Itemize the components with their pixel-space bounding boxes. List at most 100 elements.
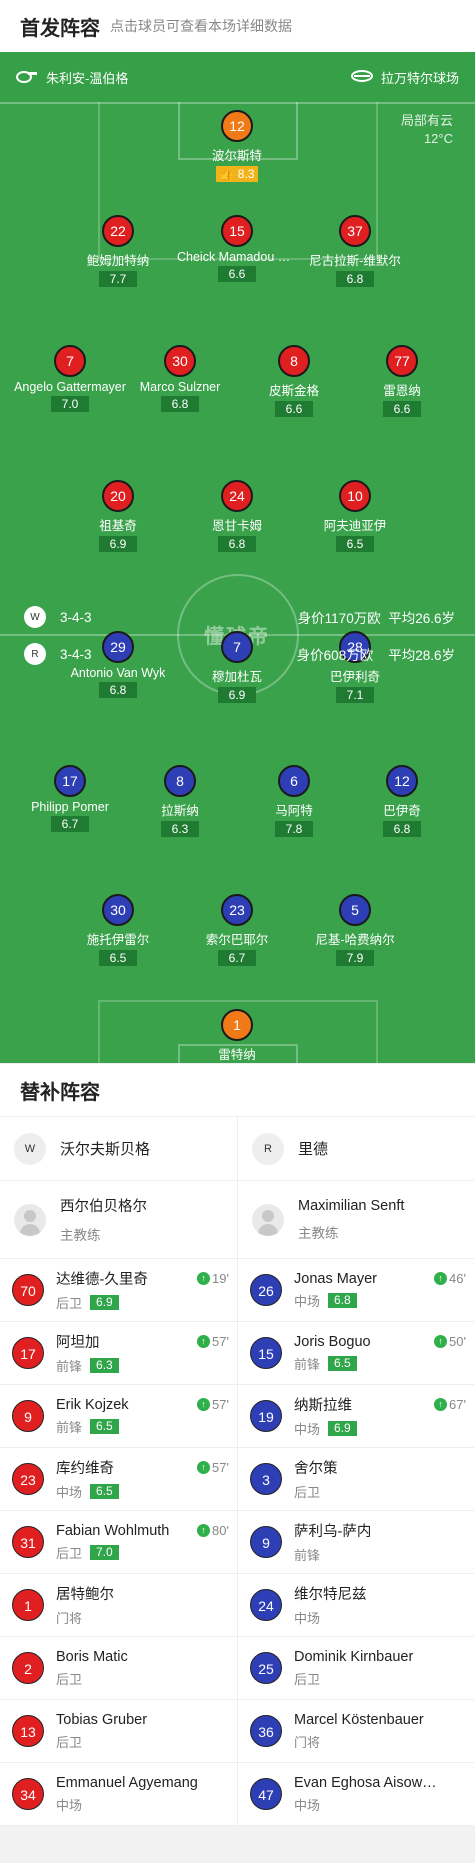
sub-player-name: Tobias Gruber	[56, 1711, 148, 1728]
section-title: 首发阵容	[20, 17, 100, 40]
sub-rating: 7.0	[90, 1544, 119, 1560]
sub-shirt-number: 25	[250, 1652, 282, 1684]
away-player[interactable]: 30 施托伊雷尔 6.5	[58, 894, 178, 967]
sub-on-indicator: ↑ 57'	[197, 1334, 229, 1349]
sub-player-row[interactable]: 26 Jonas Mayer 中场 6.8 ↑ 46'	[238, 1259, 474, 1322]
home-team-logo: W	[14, 1132, 46, 1165]
home-player[interactable]: 20 祖基奇 6.9	[58, 480, 178, 553]
sub-player-row[interactable]: 25 Dominik Kirnbauer 后卫	[238, 1637, 474, 1700]
sub-player-row[interactable]: 36 Marcel Köstenbauer 门将	[238, 1700, 474, 1763]
subs-title: 替补阵容	[20, 1081, 100, 1104]
player-rating: 6.5	[336, 536, 374, 552]
substitutes-section: 替补阵容 W 沃尔夫斯贝格 西尔伯贝格尔 主教练 70 达维德-久里奇 后卫 6.9 ↑…	[0, 1063, 475, 1826]
sub-player-row[interactable]: 2 Boris Matic 后卫	[0, 1637, 237, 1700]
player-rating: 👍 8.3	[216, 166, 258, 182]
stadium-name: 拉万特尔球场	[380, 70, 459, 86]
sub-player-row[interactable]: 15 Joris Boguo 前锋 6.5 ↑ 50'	[238, 1322, 474, 1385]
sub-player-row[interactable]: 9 萨利乌-萨内 前锋	[238, 1511, 474, 1574]
sub-player-name: 库约维奇	[56, 1461, 114, 1477]
sub-rating: 6.9	[90, 1295, 119, 1310]
home-player[interactable]: 30 Marco Sulzner 6.8	[120, 345, 240, 413]
sub-player-name: Emmanuel Agyemang	[56, 1774, 198, 1791]
player-rating: 7.9	[336, 950, 374, 966]
sub-shirt-number: 17	[12, 1337, 44, 1369]
player-name: 马阿特	[275, 804, 313, 818]
away-player[interactable]: 8 拉斯纳 6.3	[120, 765, 240, 838]
sub-shirt-number: 15	[250, 1337, 282, 1369]
sub-player-row[interactable]: 31 Fabian Wohlmuth 后卫 7.0 ↑ 80'	[0, 1511, 237, 1574]
player-rating: 6.6	[218, 266, 256, 282]
sub-position: 后卫	[56, 1545, 83, 1561]
home-coach-row: 西尔伯贝格尔 主教练	[0, 1181, 237, 1259]
home-player[interactable]: 24 恩甘卡姆 6.8	[177, 480, 297, 553]
sub-player-row[interactable]: 19 纳斯拉维 中场 6.9 ↑ 67'	[238, 1385, 474, 1448]
sub-on-indicator: ↑ 57'	[197, 1397, 229, 1412]
sub-position: 后卫	[56, 1296, 83, 1311]
sub-player-row[interactable]: 47 Evan Eghosa Aisowieren 中场	[238, 1763, 474, 1826]
away-subs-column: R 里德 Maximilian Senft 主教练 26 Jonas Mayer 中…	[237, 1117, 474, 1826]
sub-shirt-number: 2	[12, 1652, 44, 1684]
sub-shirt-number: 26	[250, 1274, 282, 1306]
player-name: 鲍姆加特纳	[86, 254, 150, 268]
home-player[interactable]: 15 Cheick Mamadou Diabate 6.6	[177, 215, 297, 283]
away-value: 身价608万欧	[296, 648, 374, 663]
away-player[interactable]: 17 Philipp Pomer 6.7	[10, 765, 130, 833]
sub-on-icon: ↑	[197, 1524, 211, 1537]
sub-shirt-number: 3	[250, 1463, 282, 1495]
home-player[interactable]: 12 波尔斯特 👍 8.3	[177, 110, 297, 183]
coach-avatar-icon	[14, 1203, 46, 1236]
shirt-number: 5	[339, 894, 371, 926]
away-player[interactable]: 5 尼基-哈费纳尔 7.9	[295, 894, 415, 967]
home-player[interactable]: 22 鲍姆加特纳 7.7	[58, 215, 178, 288]
sub-player-row[interactable]: 34 Emmanuel Agyemang 中场	[0, 1763, 237, 1826]
away-player[interactable]: 1雷特纳7.5	[177, 1009, 297, 1063]
home-player[interactable]: 37 尼古拉斯-维默尔 6.8	[295, 215, 415, 288]
coach-avatar-icon	[252, 1203, 284, 1236]
away-team-logo: R	[24, 643, 46, 665]
away-player[interactable]: 12 巴伊奇 6.8	[342, 765, 462, 838]
sub-player-row[interactable]: 13 Tobias Gruber 后卫	[0, 1700, 237, 1763]
sub-on-indicator: ↑ 67'	[434, 1397, 466, 1412]
away-team-line: R 3-4-3 身价608万欧 平均28.6岁	[0, 642, 475, 666]
sub-player-row[interactable]: 3 舍尔策 后卫	[238, 1448, 474, 1511]
sub-player-row[interactable]: 9 Erik Kojzek 前锋 6.5 ↑ 57'	[0, 1385, 237, 1448]
away-player[interactable]: 23 索尔巴耶尔 6.7	[177, 894, 297, 967]
sub-player-row[interactable]: 1 居特鲍尔 门将	[0, 1574, 237, 1637]
sub-player-name: 达维德-久里奇	[56, 1272, 148, 1288]
sub-player-row[interactable]: 17 阿坦加 前锋 6.3 ↑ 57'	[0, 1322, 237, 1385]
home-player[interactable]: 7 Angelo Gattermayer 7.0	[10, 345, 130, 413]
home-team-row[interactable]: W 沃尔夫斯贝格	[0, 1117, 237, 1181]
sub-position: 后卫	[56, 1734, 83, 1750]
section-hint: 点击球员可查看本场详细数据	[110, 18, 292, 34]
home-team-name: 沃尔夫斯贝格	[60, 1141, 151, 1158]
footer-space	[0, 1826, 475, 1863]
home-subs-column: W 沃尔夫斯贝格 西尔伯贝格尔 主教练 70 达维德-久里奇 后卫 6.9 ↑ 19' 17…	[0, 1117, 237, 1826]
stadium-info: 拉万特尔球场	[350, 68, 459, 87]
sub-shirt-number: 9	[12, 1400, 44, 1432]
shirt-number: 30	[164, 345, 196, 377]
sub-position: 门将	[294, 1734, 321, 1750]
away-player[interactable]: 6 马阿特 7.8	[234, 765, 354, 838]
away-team-row[interactable]: R 里德	[238, 1117, 474, 1181]
weather-temp: 12°C	[423, 131, 453, 146]
sub-shirt-number: 13	[12, 1715, 44, 1747]
sub-on-minute: 50'	[449, 1334, 466, 1349]
sub-shirt-number: 31	[12, 1526, 44, 1558]
sub-shirt-number: 9	[250, 1526, 282, 1558]
sub-position: 后卫	[294, 1671, 321, 1687]
weather: 局部有云 12°C	[401, 112, 453, 148]
sub-player-row[interactable]: 24 维尔特尼兹 中场	[238, 1574, 474, 1637]
sub-player-row[interactable]: 23 库约维奇 中场 6.5 ↑ 57'	[0, 1448, 237, 1511]
home-player[interactable]: 10 阿夫迪亚伊 6.5	[295, 480, 415, 553]
player-rating: 6.6	[383, 401, 421, 417]
sub-player-row[interactable]: 70 达维德-久里奇 后卫 6.9 ↑ 19'	[0, 1259, 237, 1322]
player-name: 祖基奇	[99, 519, 137, 533]
home-player[interactable]: 77 雷恩纳 6.6	[342, 345, 462, 418]
shirt-number: 8	[278, 345, 310, 377]
home-player[interactable]: 8 皮斯金格 6.6	[234, 345, 354, 418]
shirt-number: 1	[221, 1009, 253, 1041]
sub-player-name: Joris Boguo	[294, 1333, 371, 1350]
away-coach-row: Maximilian Senft 主教练	[238, 1181, 474, 1259]
shirt-number: 8	[164, 765, 196, 797]
sub-player-name: Jonas Mayer	[294, 1270, 378, 1287]
